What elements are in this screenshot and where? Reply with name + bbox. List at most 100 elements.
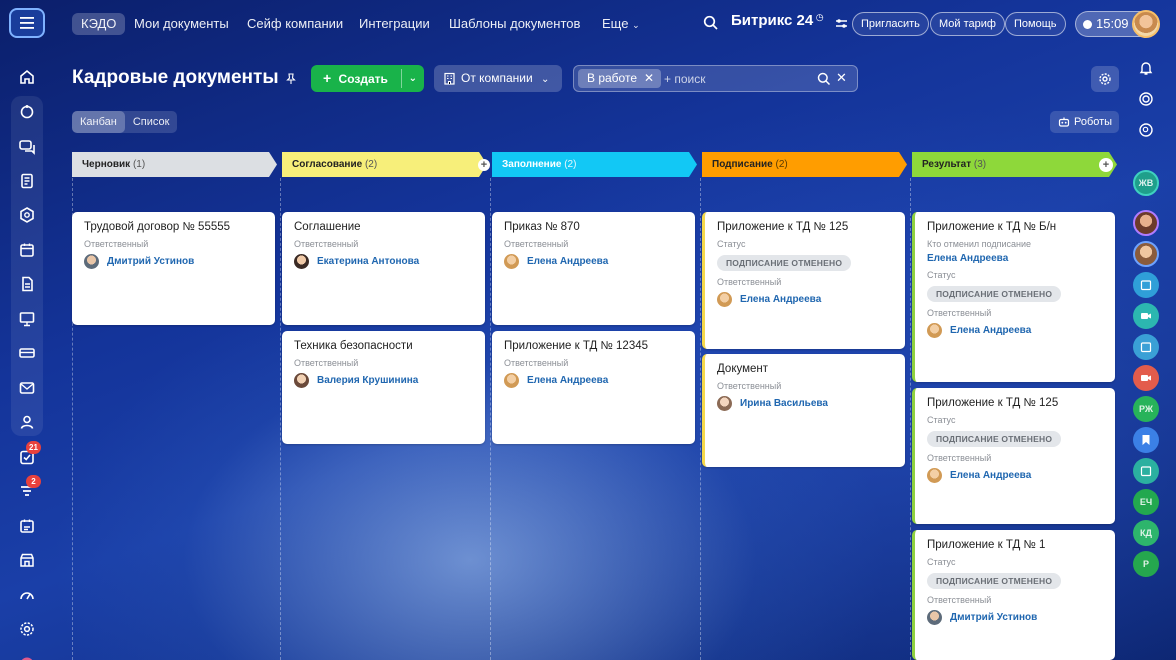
sidebar-item-news[interactable]: 2 (0, 474, 54, 509)
contact-kd[interactable]: КД (1126, 517, 1166, 548)
tab-kanban[interactable]: Канбан (72, 111, 125, 133)
person-name: Дмитрий Устинов (107, 255, 195, 267)
filter-chip[interactable]: В работе ✕ (578, 69, 662, 88)
kanban-card[interactable]: Приложение к ТД № 125 Статус ПОДПИСАНИЕ … (912, 388, 1115, 524)
sidebar-item-presentation[interactable] (0, 302, 54, 337)
avatar (927, 467, 942, 483)
invite-button[interactable]: Пригласить (852, 12, 929, 36)
close-icon[interactable]: ✕ (644, 69, 654, 88)
add-card-plus-icon[interactable]: + (478, 159, 490, 171)
nav-item-more[interactable]: Еще ⌄ (602, 13, 640, 35)
search-chat-button[interactable] (1126, 114, 1166, 145)
column-header[interactable]: Заполнение (2) (492, 152, 697, 177)
help-button[interactable]: Помощь (1005, 12, 1066, 36)
card-person[interactable]: Елена Андреева (927, 467, 1103, 483)
column-header[interactable]: Результат (3) (912, 152, 1117, 177)
search-input[interactable] (664, 70, 814, 88)
sidebar-item-mail[interactable] (0, 371, 54, 406)
nav-item-kedo[interactable]: КЭДО (72, 13, 126, 35)
search-icon[interactable] (703, 15, 719, 31)
contact-avatar-1[interactable] (1126, 207, 1166, 238)
kanban-card[interactable]: Приложение к ТД № 125 Статус ПОДПИСАНИЕ … (702, 212, 905, 349)
calendar-chat-3[interactable] (1126, 455, 1166, 486)
bookmark-chat[interactable] (1126, 424, 1166, 455)
card-person[interactable]: Елена Андреева (504, 372, 683, 388)
clear-search-icon[interactable]: ✕ (836, 70, 847, 86)
sidebar-item-marketing[interactable] (0, 647, 54, 660)
sidebar-item-analytics[interactable] (0, 578, 54, 613)
kanban-card[interactable]: Трудовой договор № 55555 Ответственный Д… (72, 212, 275, 325)
initials-avatar: Р (1133, 550, 1159, 577)
sidebar-item-calendar[interactable] (0, 233, 54, 268)
add-card-plus-icon[interactable]: + (1099, 158, 1113, 172)
card-person[interactable]: Ирина Васильева (717, 395, 893, 411)
brand-logo[interactable]: Битрикс 24 ◷ (731, 12, 824, 29)
card-person[interactable]: Елена Андреева (927, 322, 1103, 338)
kanban-card[interactable]: Приложение к ТД № 1 Статус ПОДПИСАНИЕ ОТ… (912, 530, 1115, 660)
kanban-card[interactable]: Соглашение Ответственный Екатерина Антон… (282, 212, 485, 325)
sidebar-item-feed[interactable] (0, 95, 54, 130)
column-header[interactable]: Подписание (2) (702, 152, 907, 177)
calendar-chat[interactable] (1126, 269, 1166, 300)
contact-zhv[interactable]: ЖВ (1126, 167, 1166, 198)
pin-icon[interactable] (285, 73, 297, 85)
card-title: Документ (717, 363, 769, 375)
sidebar-item-settings[interactable] (0, 612, 54, 647)
create-button[interactable]: + Создать ⌄ (311, 65, 424, 92)
tariff-button[interactable]: Мой тариф (930, 12, 1005, 36)
filter-search-bar[interactable]: В работе ✕ ✕ (573, 65, 858, 92)
column-header[interactable]: Черновик (1) (72, 152, 277, 177)
sidebar-item-tasks[interactable]: 21 (0, 440, 54, 475)
card-person[interactable]: Екатерина Антонова (294, 253, 473, 269)
tab-list[interactable]: Список (125, 111, 178, 133)
robots-button[interactable]: Роботы (1050, 111, 1119, 133)
card-person[interactable]: Валерия Крушинина (294, 372, 473, 388)
sidebar-item-store[interactable] (0, 543, 54, 578)
sidebar-item-crm[interactable] (0, 336, 54, 371)
sidebar-item-chats[interactable] (0, 129, 54, 164)
sidebar-item-groups[interactable] (0, 198, 54, 233)
kanban-card[interactable]: Документ Ответственный Ирина Васильева (702, 354, 905, 467)
card-person[interactable]: Дмитрий Устинов (84, 253, 263, 269)
sidebar-item-home[interactable] (0, 60, 54, 95)
nav-item-integrations[interactable]: Интеграции (359, 13, 430, 35)
column-name: Результат (922, 159, 972, 170)
nav-item-company-safe[interactable]: Сейф компании (247, 13, 343, 35)
sliders-icon[interactable] (835, 17, 848, 30)
kanban-card[interactable]: Приложение к ТД № Б/н Кто отменил подпис… (912, 212, 1115, 382)
calendar-chat-2[interactable] (1126, 331, 1166, 362)
card-label: Ответственный (504, 239, 569, 249)
column-header[interactable]: Согласование (2) (282, 152, 487, 177)
column-count: (1) (132, 159, 146, 170)
avatar (294, 372, 309, 388)
contact-avatar-2[interactable] (1126, 238, 1166, 269)
contact-rzh[interactable]: РЖ (1126, 393, 1166, 424)
nav-item-my-documents[interactable]: Мои документы (134, 13, 229, 35)
kanban-card[interactable]: Техника безопасности Ответственный Валер… (282, 331, 485, 444)
kanban-card[interactable]: Приложение к ТД № 12345 Ответственный Ел… (492, 331, 695, 444)
kanban-card[interactable]: Приказ № 870 Ответственный Елена Андреев… (492, 212, 695, 325)
menu-toggle-button[interactable] (9, 8, 45, 38)
robot-icon (1058, 117, 1070, 127)
video-chat[interactable] (1126, 300, 1166, 331)
sidebar-item-files[interactable] (0, 267, 54, 302)
company-filter-button[interactable]: От компании ⌄ (434, 65, 562, 92)
pulse-button[interactable] (1126, 83, 1166, 114)
create-dropdown-chevron-icon[interactable]: ⌄ (409, 65, 417, 92)
user-avatar[interactable] (1132, 10, 1160, 38)
cancelled-by-name[interactable]: Елена Андреева (927, 253, 1103, 264)
card-person[interactable]: Елена Андреева (504, 253, 683, 269)
card-person[interactable]: Дмитрий Устинов (927, 609, 1103, 625)
sidebar-item-employees[interactable] (0, 405, 54, 440)
settings-button[interactable] (1091, 66, 1119, 92)
contact-r[interactable]: Р (1126, 548, 1166, 579)
nav-item-templates[interactable]: Шаблоны документов (449, 13, 580, 35)
sidebar-item-docs[interactable] (0, 164, 54, 199)
card-person[interactable]: Елена Андреева (717, 291, 893, 307)
video-chat-2[interactable] (1126, 362, 1166, 393)
chevron-down-icon: ⌄ (541, 74, 550, 85)
sidebar-item-planner[interactable] (0, 509, 54, 544)
notifications-button[interactable] (1126, 52, 1166, 83)
contact-ech[interactable]: ЕЧ (1126, 486, 1166, 517)
search-icon[interactable] (817, 72, 831, 86)
